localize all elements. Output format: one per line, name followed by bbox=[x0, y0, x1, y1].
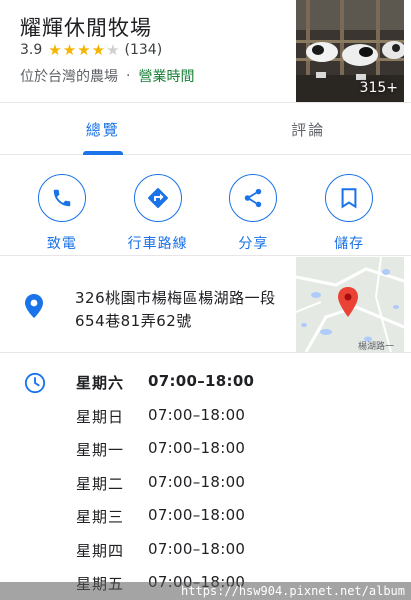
star-icon: ★ bbox=[91, 40, 106, 59]
hours-time: 07:00–18:00 bbox=[148, 405, 246, 424]
hours-time: 07:00–18:00 bbox=[148, 506, 246, 524]
bookmark-icon bbox=[341, 188, 357, 209]
phone-icon bbox=[53, 189, 71, 207]
hours-day: 星期一 bbox=[76, 441, 125, 459]
map-road-label: 楊湖路一 bbox=[358, 342, 395, 352]
directions-icon bbox=[147, 188, 168, 208]
hours-time: 07:00–18:00 bbox=[148, 372, 255, 390]
directions-button[interactable]: 行車路線 bbox=[118, 156, 198, 255]
star-icon: ★ bbox=[48, 40, 62, 59]
call-button-circle bbox=[37, 174, 86, 222]
address-text: 326桃園市楊梅區楊湖路一段 654巷81弄62號 bbox=[75, 287, 290, 333]
hours-time: 07:00–18:00 bbox=[148, 439, 246, 457]
watermark: https://hsw904.pixnet.net/album bbox=[0, 582, 411, 600]
rating-score: 3.9 bbox=[20, 42, 43, 58]
review-count[interactable]: (134) bbox=[125, 42, 163, 58]
clock-icon bbox=[24, 372, 46, 394]
share-button-circle bbox=[229, 174, 278, 222]
star-icon: ★ bbox=[77, 40, 91, 59]
hours-section[interactable]: 星期六 07:00–18:00 星期日 07:00–18:00 星期一 07:0… bbox=[0, 354, 411, 600]
location-pin-icon bbox=[25, 294, 43, 318]
hours-day: 星期日 bbox=[76, 407, 125, 426]
separator-dot: · bbox=[126, 68, 131, 84]
action-bar: 致電 行車路線 分享 儲存 bbox=[0, 156, 411, 256]
hours-day: 星期二 bbox=[76, 474, 125, 493]
rating-row[interactable]: 3.9 ★ ★ ★ ★ ★ (134) bbox=[20, 42, 162, 58]
hours-row: 星期一 07:00–18:00 bbox=[76, 439, 254, 473]
hours-row: 星期四 07:00–18:00 bbox=[76, 540, 254, 574]
directions-label: 行車路線 bbox=[127, 236, 188, 252]
share-icon bbox=[245, 188, 262, 208]
star-icon: ★ bbox=[62, 40, 77, 59]
place-subtitle: 位於台灣的農場 · 營業時間 bbox=[20, 66, 194, 86]
address-line-2: 654巷81弄62號 bbox=[75, 312, 192, 330]
photo-count: 315+ bbox=[359, 80, 398, 96]
hours-row: 星期三 07:00–18:00 bbox=[76, 506, 254, 540]
hours-row: 星期日 07:00–18:00 bbox=[76, 406, 254, 440]
hours-list: 星期六 07:00–18:00 星期日 07:00–18:00 星期一 07:0… bbox=[76, 372, 254, 600]
tab-bar: 總覽 評論 bbox=[0, 103, 411, 155]
hours-day: 星期三 bbox=[76, 508, 125, 526]
map-image bbox=[296, 257, 404, 352]
share-label: 分享 bbox=[238, 236, 269, 252]
hours-time: 07:00–18:00 bbox=[148, 472, 246, 491]
hours-row-today: 星期六 07:00–18:00 bbox=[76, 372, 254, 406]
share-button[interactable]: 分享 bbox=[213, 156, 293, 255]
hours-row: 星期二 07:00–18:00 bbox=[76, 473, 254, 507]
place-photo[interactable]: 315+ bbox=[296, 0, 404, 102]
tab-reviews[interactable]: 評論 bbox=[206, 103, 411, 154]
hours-time: 07:00–18:00 bbox=[148, 539, 246, 558]
place-category: 位於台灣的農場 bbox=[20, 69, 118, 85]
hours-link[interactable]: 營業時間 bbox=[138, 66, 194, 86]
hours-day: 星期四 bbox=[76, 541, 125, 560]
directions-button-circle bbox=[133, 174, 182, 222]
star-empty-icon: ★ bbox=[106, 40, 120, 59]
hours-day: 星期六 bbox=[76, 374, 125, 392]
place-title: 耀輝休閒牧場 bbox=[20, 16, 152, 40]
save-button[interactable]: 儲存 bbox=[309, 156, 389, 255]
call-button[interactable]: 致電 bbox=[22, 156, 102, 255]
address-row[interactable]: 326桃園市楊梅區楊湖路一段 654巷81弄62號 楊湖路一 bbox=[0, 257, 411, 353]
place-header: 耀輝休閒牧場 3.9 ★ ★ ★ ★ ★ (134) 位於台灣的農場 · 營業時… bbox=[0, 0, 411, 103]
call-label: 致電 bbox=[46, 236, 77, 252]
tab-overview[interactable]: 總覽 bbox=[0, 103, 206, 155]
address-line-1: 326桃園市楊梅區楊湖路一段 bbox=[75, 289, 276, 307]
map-thumbnail[interactable]: 楊湖路一 bbox=[296, 257, 404, 352]
rating-stars: ★ ★ ★ ★ ★ bbox=[48, 40, 120, 59]
save-button-circle bbox=[325, 174, 374, 222]
save-label: 儲存 bbox=[334, 236, 365, 252]
